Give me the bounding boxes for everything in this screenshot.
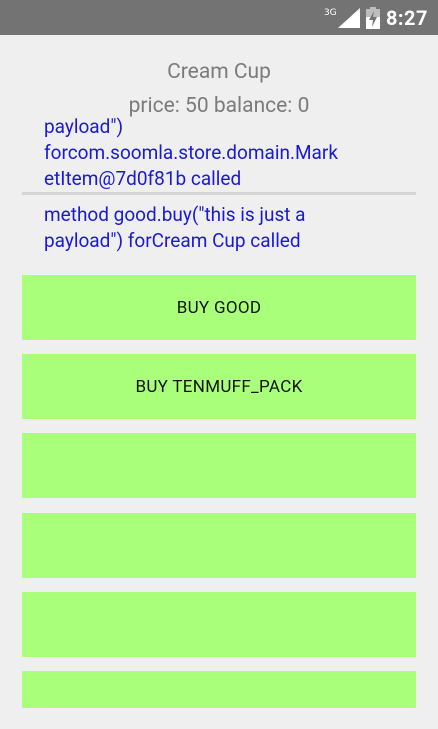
signal-icon: 3G xyxy=(324,8,360,28)
log-divider xyxy=(22,192,416,195)
action-button-3[interactable] xyxy=(22,433,416,498)
buy-tenmuff-pack-button[interactable]: BUY TENMUFF_PACK xyxy=(22,354,416,419)
action-button-5[interactable] xyxy=(22,592,416,657)
buy-good-button[interactable]: BUY GOOD xyxy=(22,275,416,340)
status-bar: 3G 8:27 xyxy=(0,0,438,35)
log-entry: payload") forcom.soomla.store.domain.Mar… xyxy=(44,115,338,190)
log-entry: method good.buy("this is just a payload"… xyxy=(44,203,306,252)
clock-time: 8:27 xyxy=(385,6,428,30)
network-type-label: 3G xyxy=(323,8,337,18)
action-button-6[interactable] xyxy=(22,671,416,708)
action-button-4[interactable] xyxy=(22,513,416,578)
battery-charging-icon xyxy=(365,7,380,29)
item-title: Cream Cup xyxy=(167,60,271,84)
